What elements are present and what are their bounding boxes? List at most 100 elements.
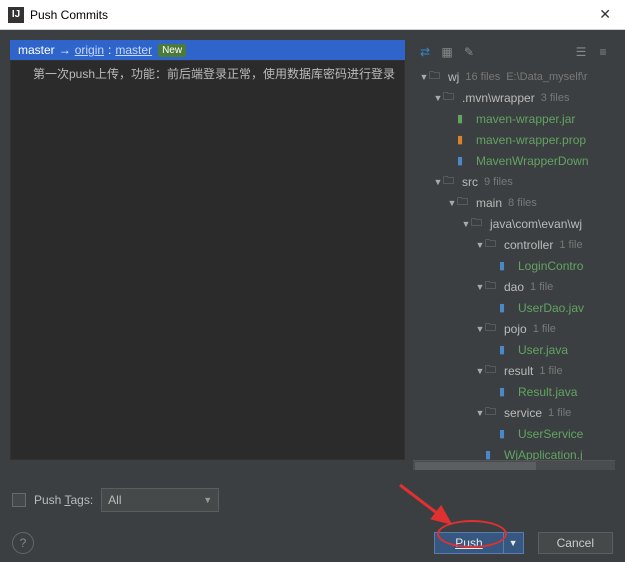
push-dropdown-button[interactable]: ▼ [503, 533, 523, 553]
branch-bar[interactable]: master → origin : master New [10, 40, 405, 60]
file-count: 16 files [465, 71, 500, 83]
expand-arrow-icon[interactable]: ▼ [419, 72, 429, 82]
push-button-group: Push ▼ [434, 532, 523, 554]
expand-arrow-icon[interactable]: ▼ [433, 177, 443, 187]
tree-label: MavenWrapperDown [476, 154, 589, 168]
tree-node[interactable]: ▮maven-wrapper.prop [413, 129, 615, 150]
tree-node[interactable]: ▼🗀pojo1 file [413, 318, 615, 339]
file-icon: ▮ [457, 154, 473, 167]
tree-node[interactable]: ▼🗀result1 file [413, 360, 615, 381]
expand-arrow-icon[interactable]: ▼ [461, 219, 471, 229]
expand-arrow-icon[interactable]: ▼ [475, 324, 485, 334]
folder-icon: 🗀 [443, 88, 459, 107]
push-tags-value: All [108, 493, 121, 507]
file-count: 1 file [539, 365, 562, 377]
tree-node[interactable]: ▮maven-wrapper.jar [413, 108, 615, 129]
tree-label: .mvn\wrapper [462, 91, 535, 105]
file-path: E:\Data_myself\r [506, 71, 587, 83]
tree-label: service [504, 406, 542, 420]
tree-label: maven-wrapper.jar [476, 112, 575, 126]
tree-label: controller [504, 238, 553, 252]
tree-label: UserService [518, 427, 583, 441]
file-icon: ▮ [499, 301, 515, 314]
push-button[interactable]: Push [435, 533, 502, 553]
folder-icon: 🗀 [429, 67, 445, 86]
tree-node[interactable]: ▼🗀main8 files [413, 192, 615, 213]
edit-icon[interactable]: ✎ [461, 44, 477, 60]
cancel-button[interactable]: Cancel [538, 532, 613, 554]
tree-label: wj [448, 70, 459, 84]
file-count: 1 file [559, 239, 582, 251]
expand-arrow-icon[interactable]: ▼ [475, 282, 485, 292]
tree-label: UserDao.jav [518, 301, 584, 315]
group-icon[interactable]: ▦ [439, 44, 455, 60]
commits-pane: master → origin : master New 第一次push上传，功… [10, 40, 405, 470]
scrollbar-thumb[interactable] [415, 462, 536, 470]
diff-icon[interactable]: ⇄ [417, 44, 433, 60]
help-button[interactable]: ? [12, 532, 34, 554]
tree-node[interactable]: ▮UserService [413, 423, 615, 444]
file-count: 1 file [548, 407, 571, 419]
tree-node[interactable]: ▼🗀.mvn\wrapper3 files [413, 87, 615, 108]
files-toolbar: ⇄ ▦ ✎ ☰ ≡ [413, 40, 615, 64]
collapse-icon[interactable]: ≡ [595, 44, 611, 60]
tree-label: java\com\evan\wj [490, 217, 582, 231]
tree-node[interactable]: ▮LoginContro [413, 255, 615, 276]
remote-name[interactable]: origin [75, 43, 104, 57]
folder-icon: 🗀 [485, 361, 501, 380]
file-icon: ▮ [485, 448, 501, 460]
local-branch: master [18, 43, 55, 57]
chevron-down-icon: ▼ [203, 495, 212, 505]
app-icon: IJ [8, 7, 24, 23]
tree-node[interactable]: ▼🗀dao1 file [413, 276, 615, 297]
file-count: 1 file [533, 323, 556, 335]
scrollbar-horizontal[interactable] [10, 460, 405, 470]
file-icon: ▮ [499, 385, 515, 398]
expand-arrow-icon[interactable]: ▼ [447, 198, 457, 208]
commit-message[interactable]: 第一次push上传，功能：前后端登录正常，使用数据库密码进行登录 [19, 65, 396, 82]
push-tags-select[interactable]: All ▼ [101, 488, 219, 512]
tree-node[interactable]: ▼🗀java\com\evan\wj [413, 213, 615, 234]
folder-icon: 🗀 [443, 172, 459, 191]
tree-node[interactable]: ▮Result.java [413, 381, 615, 402]
buttons-row: ? Push ▼ Cancel [12, 532, 613, 554]
tree-label: WjApplication.j [504, 448, 583, 461]
tree-label: User.java [518, 343, 568, 357]
expand-arrow-icon[interactable]: ▼ [475, 408, 485, 418]
expand-arrow-icon[interactable]: ▼ [433, 93, 443, 103]
expand-arrow-icon[interactable]: ▼ [475, 240, 485, 250]
tree-label: src [462, 175, 478, 189]
close-icon[interactable]: ✕ [593, 6, 617, 23]
tree-node[interactable]: ▮UserDao.jav [413, 297, 615, 318]
file-tree[interactable]: ▼🗀wj16 filesE:\Data_myself\r▼🗀.mvn\wrapp… [413, 64, 615, 460]
file-icon: ▮ [499, 259, 515, 272]
tree-label: dao [504, 280, 524, 294]
colon: : [108, 43, 111, 57]
push-tags-label: Push Tags: [34, 493, 93, 507]
tree-node[interactable]: ▼🗀controller 1 file [413, 234, 615, 255]
commit-list[interactable]: 第一次push上传，功能：前后端登录正常，使用数据库密码进行登录 [10, 60, 405, 460]
tree-label: LoginContro [518, 259, 583, 273]
file-count: 8 files [508, 197, 537, 209]
tree-node[interactable]: ▼🗀wj 16 files E:\Data_myself\r [413, 66, 615, 87]
scrollbar-horizontal[interactable] [413, 460, 615, 470]
file-icon: ▮ [499, 427, 515, 440]
tree-node[interactable]: ▮MavenWrapperDown [413, 150, 615, 171]
file-icon: ▮ [457, 133, 473, 146]
tree-node[interactable]: ▮WjApplication.j [413, 444, 615, 460]
file-icon: ▮ [457, 112, 473, 125]
tree-node[interactable]: ▼🗀service 1 file [413, 402, 615, 423]
tree-node[interactable]: ▼🗀src9 files [413, 171, 615, 192]
folder-icon: 🗀 [485, 319, 501, 338]
expand-icon[interactable]: ☰ [573, 44, 589, 60]
push-tags-checkbox[interactable] [12, 493, 26, 507]
expand-arrow-icon[interactable]: ▼ [475, 366, 485, 376]
file-icon: ▮ [499, 343, 515, 356]
tree-label: Result.java [518, 385, 577, 399]
tree-label: maven-wrapper.prop [476, 133, 586, 147]
folder-icon: 🗀 [485, 403, 501, 422]
tree-label: main [476, 196, 502, 210]
folder-icon: 🗀 [485, 235, 501, 254]
remote-branch[interactable]: master [115, 43, 152, 57]
tree-node[interactable]: ▮User.java [413, 339, 615, 360]
